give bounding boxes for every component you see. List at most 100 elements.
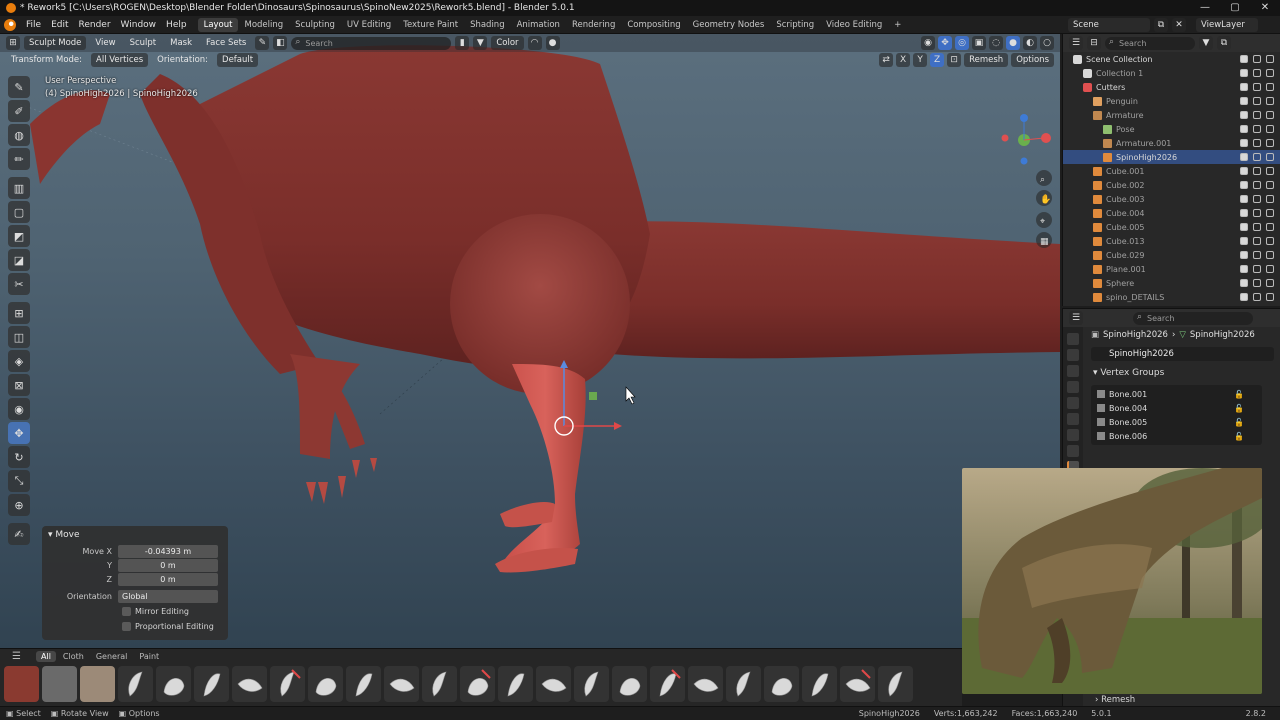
exclude-checkbox[interactable] — [1240, 293, 1248, 301]
scene-field[interactable]: Scene — [1068, 18, 1150, 32]
outliner-editor-icon[interactable]: ☰ — [1069, 36, 1083, 50]
camera-icon[interactable] — [1266, 251, 1274, 259]
move-tool-icon[interactable]: ✥ — [8, 422, 30, 444]
brush-thumbnail[interactable] — [840, 666, 875, 702]
hamburger-menu-icon[interactable]: ☰ — [12, 651, 21, 662]
eye-icon[interactable] — [1253, 55, 1261, 63]
transform-tool-icon[interactable]: ⊕ — [8, 494, 30, 516]
box-face-set-icon[interactable]: ◪ — [8, 249, 30, 271]
outliner-row[interactable]: Cube.013 — [1063, 234, 1280, 248]
brush-thumbnail[interactable] — [346, 666, 381, 702]
render-tab-icon[interactable] — [1067, 349, 1079, 361]
scene-tab-icon[interactable] — [1067, 397, 1079, 409]
remesh-button[interactable]: Remesh — [964, 53, 1009, 67]
shelf-tab-all[interactable]: All — [36, 651, 56, 662]
menu-view[interactable]: View — [90, 36, 120, 50]
cloth-filter-icon[interactable]: ◫ — [8, 326, 30, 348]
add-workspace-button[interactable]: + — [888, 18, 907, 32]
outliner-row[interactable]: Sphere — [1063, 276, 1280, 290]
outliner-row[interactable]: Cube.002 — [1063, 178, 1280, 192]
eye-icon[interactable] — [1253, 209, 1261, 217]
color-button[interactable]: Color — [491, 36, 524, 50]
brush-icon[interactable]: ✎ — [255, 36, 270, 50]
axis-y-toggle[interactable]: Y — [913, 53, 928, 67]
workspace-tab-geometry-nodes[interactable]: Geometry Nodes — [687, 18, 771, 32]
remesh-section-header[interactable]: › Remesh — [1095, 695, 1135, 705]
shelf-tab-cloth[interactable]: Cloth — [58, 651, 89, 662]
menu-face-sets[interactable]: Face Sets — [201, 36, 251, 50]
workspace-tab-modeling[interactable]: Modeling — [238, 18, 289, 32]
exclude-checkbox[interactable] — [1240, 111, 1248, 119]
axis-x-toggle[interactable]: X — [896, 53, 911, 67]
lock-icon[interactable]: 🔓 — [1234, 390, 1244, 399]
lock-icon[interactable]: 🔓 — [1234, 432, 1244, 441]
eye-icon[interactable] — [1253, 125, 1261, 133]
outliner-row[interactable]: spino_DETAILS — [1063, 290, 1280, 304]
outliner-row[interactable]: Cube.003 — [1063, 192, 1280, 206]
exclude-checkbox[interactable] — [1240, 181, 1248, 189]
vertex-group-row[interactable]: Bone.005 🔓 — [1091, 415, 1262, 429]
camera-icon[interactable] — [1266, 237, 1274, 245]
brush-search-input[interactable]: Search — [291, 36, 452, 50]
exclude-checkbox[interactable] — [1240, 97, 1248, 105]
menu-edit[interactable]: Edit — [46, 20, 73, 30]
brush-thumbnail[interactable] — [650, 666, 685, 702]
outliner-row[interactable]: Armature.001 — [1063, 136, 1280, 150]
brush-thumbnail[interactable] — [878, 666, 913, 702]
world-tab-icon[interactable] — [1067, 413, 1079, 425]
eye-icon[interactable] — [1253, 139, 1261, 147]
brush-thumbnail[interactable] — [764, 666, 799, 702]
box-mask-icon[interactable]: ▢ — [8, 201, 30, 223]
eye-icon[interactable] — [1253, 195, 1261, 203]
outliner-row[interactable]: Cube.004 — [1063, 206, 1280, 220]
lock-icon[interactable]: ⊡ — [947, 53, 962, 67]
mesh-filter-icon[interactable]: ⊞ — [8, 302, 30, 324]
box-hide-icon[interactable]: ◩ — [8, 225, 30, 247]
eye-icon[interactable] — [1253, 83, 1261, 91]
object-tab-icon[interactable] — [1067, 429, 1079, 441]
camera-icon[interactable] — [1266, 209, 1274, 217]
outliner-search-input[interactable]: Search — [1105, 36, 1195, 50]
brush-settings-icon[interactable]: ● — [545, 36, 560, 50]
axis-z-toggle[interactable]: Z — [930, 53, 945, 67]
menu-render[interactable]: Render — [74, 20, 116, 30]
brush-thumbnail[interactable] — [612, 666, 647, 702]
brush-thumbnail[interactable] — [308, 666, 343, 702]
outliner-row[interactable]: Cube.005 — [1063, 220, 1280, 234]
falloff-icon[interactable]: ◠ — [527, 36, 542, 50]
brush-thumbnail[interactable] — [4, 666, 39, 702]
menu-sculpt[interactable]: Sculpt — [125, 36, 162, 50]
filter-icon[interactable]: ▼ — [473, 36, 488, 50]
rotate-tool-icon[interactable]: ↻ — [8, 446, 30, 468]
mesh-symmetry-icon[interactable]: ◧ — [273, 36, 288, 50]
xray-icon[interactable]: ▣ — [972, 36, 986, 50]
exclude-checkbox[interactable] — [1240, 55, 1248, 63]
annotate-tool-icon[interactable]: ✍ — [8, 523, 30, 545]
vertex-group-row[interactable]: Bone.006 🔓 — [1091, 429, 1262, 443]
material-shading-icon[interactable]: ◐ — [1023, 36, 1037, 50]
outliner-row[interactable]: Plane.001 — [1063, 262, 1280, 276]
view-layer-field[interactable]: ViewLayer — [1196, 18, 1258, 32]
outliner-row[interactable]: Cutters — [1063, 80, 1280, 94]
orientation-dropdown[interactable]: Global — [118, 589, 218, 603]
blender-logo-icon[interactable] — [4, 18, 16, 31]
workspace-tab-uv-editing[interactable]: UV Editing — [341, 18, 397, 32]
brush-thumbnail[interactable] — [498, 666, 533, 702]
brush-thumbnail[interactable] — [118, 666, 153, 702]
camera-icon[interactable] — [1266, 69, 1274, 77]
draw-brush-icon[interactable]: ✎ — [8, 76, 30, 98]
outliner-row[interactable]: Pose — [1063, 122, 1280, 136]
eye-icon[interactable] — [1253, 293, 1261, 301]
new-collection-icon[interactable]: ⧉ — [1217, 36, 1231, 50]
camera-icon[interactable] — [1266, 181, 1274, 189]
workspace-tab-texture-paint[interactable]: Texture Paint — [397, 18, 464, 32]
camera-icon[interactable] — [1266, 279, 1274, 287]
workspace-tab-compositing[interactable]: Compositing — [621, 18, 686, 32]
eye-icon[interactable] — [1253, 153, 1261, 161]
menu-file[interactable]: File — [21, 20, 46, 30]
exclude-checkbox[interactable] — [1240, 237, 1248, 245]
outliner-row[interactable]: Armature — [1063, 108, 1280, 122]
display-mode-icon[interactable]: ⊟ — [1087, 36, 1101, 50]
camera-icon[interactable] — [1266, 223, 1274, 231]
delete-scene-icon[interactable]: ✕ — [1172, 18, 1186, 32]
